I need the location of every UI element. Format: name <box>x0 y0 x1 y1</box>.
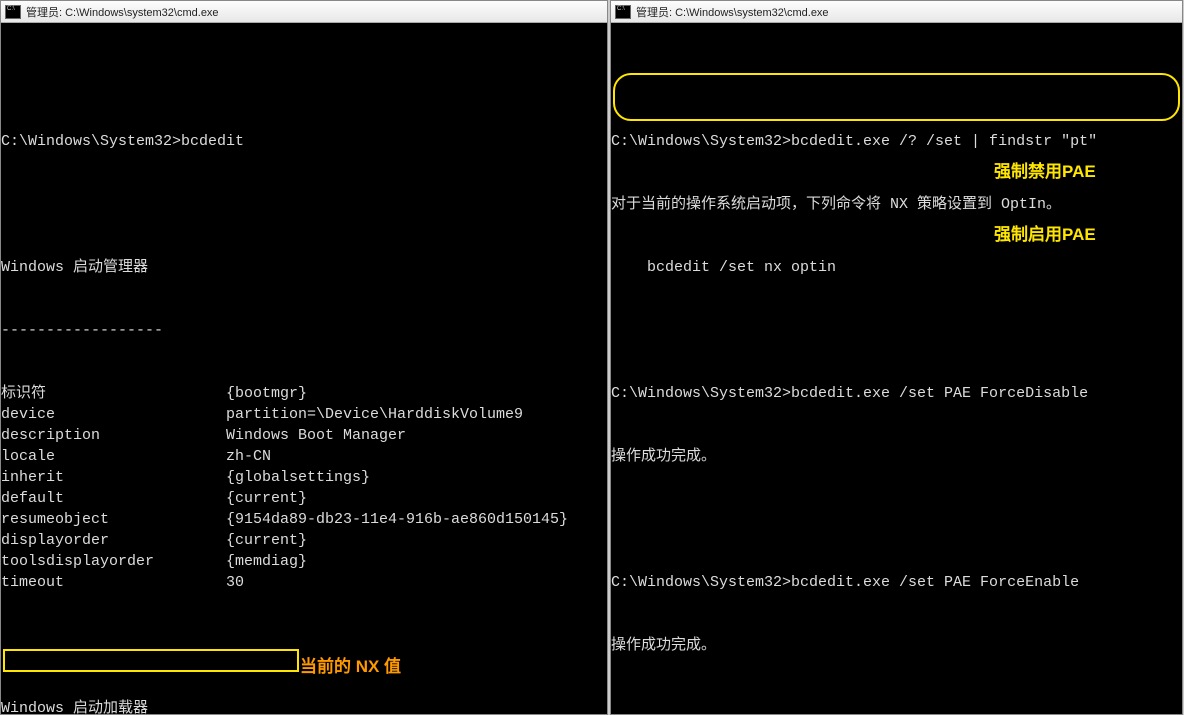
property-value: partition=\Device\HarddiskVolume9 <box>226 406 523 423</box>
property-key: displayorder <box>1 530 226 551</box>
property-key: inherit <box>1 467 226 488</box>
property-key: resumeobject <box>1 509 226 530</box>
property-key: default <box>1 488 226 509</box>
help-line: 对于当前的操作系统启动项，下列命令将 NX 策略设置到 OptIn。 <box>611 194 1182 215</box>
property-key: description <box>1 425 226 446</box>
cmd-line: C:\Windows\System32>bcdedit.exe /set PAE… <box>611 572 1182 593</box>
property-value: Windows Boot Manager <box>226 427 406 444</box>
property-row: inherit{globalsettings} <box>1 467 607 488</box>
property-value: {9154da89-db23-11e4-916b-ae860d150145} <box>226 511 568 528</box>
result-line: 操作成功完成。 <box>611 635 1182 656</box>
section-header: Windows 启动加载器 <box>1 698 607 714</box>
titlebar-left[interactable]: 管理员: C:\Windows\system32\cmd.exe <box>1 1 607 23</box>
property-row: timeout30 <box>1 572 607 593</box>
property-row: descriptionWindows Boot Manager <box>1 425 607 446</box>
cmd-icon <box>5 5 21 19</box>
result-line: 操作成功完成。 <box>611 446 1182 467</box>
terminal-content-right[interactable]: C:\Windows\System32>bcdedit.exe /? /set … <box>611 23 1182 714</box>
property-value: {current} <box>226 532 307 549</box>
property-key: device <box>1 404 226 425</box>
section-header: Windows 启动管理器 <box>1 257 607 278</box>
title-text-left: 管理员: C:\Windows\system32\cmd.exe <box>26 4 219 20</box>
property-row: 标识符{bootmgr} <box>1 383 607 404</box>
divider: ------------------ <box>1 320 607 341</box>
property-key: locale <box>1 446 226 467</box>
title-text-right: 管理员: C:\Windows\system32\cmd.exe <box>636 4 829 20</box>
terminal-content-left[interactable]: C:\Windows\System32>bcdedit Windows 启动管理… <box>1 23 607 714</box>
property-row: toolsdisplayorder{memdiag} <box>1 551 607 572</box>
cmd-window-right[interactable]: 管理员: C:\Windows\system32\cmd.exe C:\Wind… <box>610 0 1183 715</box>
property-row: localezh-CN <box>1 446 607 467</box>
cmd-line: C:\Windows\System32>bcdedit.exe /set PAE… <box>611 383 1182 404</box>
cmd-icon <box>615 5 631 19</box>
property-value: {bootmgr} <box>226 385 307 402</box>
property-row: default{current} <box>1 488 607 509</box>
help-line: bcdedit /set nx optin <box>611 257 1182 278</box>
property-value: zh-CN <box>226 448 271 465</box>
property-value: {current} <box>226 490 307 507</box>
property-row: resumeobject{9154da89-db23-11e4-916b-ae8… <box>1 509 607 530</box>
cmd-window-left[interactable]: 管理员: C:\Windows\system32\cmd.exe C:\Wind… <box>0 0 608 715</box>
property-key: toolsdisplayorder <box>1 551 226 572</box>
property-key: 标识符 <box>1 383 226 404</box>
property-value: {globalsettings} <box>226 469 370 486</box>
property-row: devicepartition=\Device\HarddiskVolume9 <box>1 404 607 425</box>
property-row: displayorder{current} <box>1 530 607 551</box>
prompt-line: C:\Windows\System32>bcdedit <box>1 131 607 152</box>
property-value: 30 <box>226 574 244 591</box>
property-value: {memdiag} <box>226 553 307 570</box>
cmd-line: C:\Windows\System32>bcdedit.exe /? /set … <box>611 131 1182 152</box>
property-key: timeout <box>1 572 226 593</box>
titlebar-right[interactable]: 管理员: C:\Windows\system32\cmd.exe <box>611 1 1182 23</box>
